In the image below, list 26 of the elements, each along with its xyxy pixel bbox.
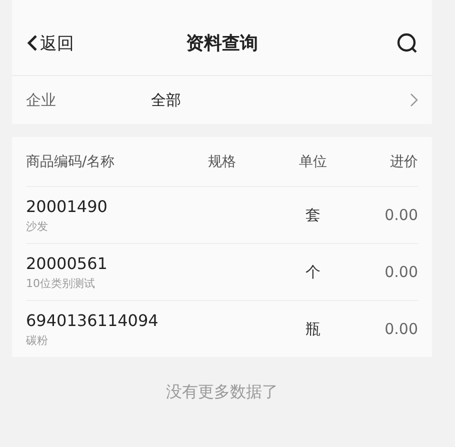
product-code: 20000561 [26, 254, 108, 272]
unit-cell-text: 个 [304, 262, 322, 282]
column-header: 规格 [208, 152, 237, 170]
back-button[interactable]: 返回 [26, 32, 74, 54]
price-cell-text: 0.00 [384, 320, 418, 338]
search-icon [396, 32, 418, 54]
product-code: 20001490 [26, 196, 108, 216]
unit-cell-text: 套 [304, 206, 322, 224]
no-more-data-text: 没有更多数据了 [166, 382, 278, 403]
product-code: 6940136114094 [26, 310, 160, 330]
search-button[interactable] [396, 32, 418, 54]
column-header: 商品编码/名称 [26, 152, 116, 170]
product-name: 10位类别测试 [26, 276, 96, 290]
chevron-left-icon [26, 34, 38, 52]
price-cell-text: 0.00 [384, 206, 418, 224]
product-name: 沙发 [26, 218, 49, 234]
filter-value: 全部 [151, 90, 182, 110]
product-name: 碳粉 [26, 332, 49, 348]
unit-cell-text: 瓶 [304, 320, 322, 338]
column-header: 单位 [298, 152, 328, 170]
price-cell-text: 0.00 [384, 263, 418, 281]
column-header: 进价 [389, 152, 418, 170]
filter-label: 企业 [26, 90, 57, 110]
page-title: 资料查询 [186, 32, 258, 55]
filter-row[interactable]: 企业 全部 [12, 76, 432, 124]
chevron-right-icon [410, 93, 418, 107]
